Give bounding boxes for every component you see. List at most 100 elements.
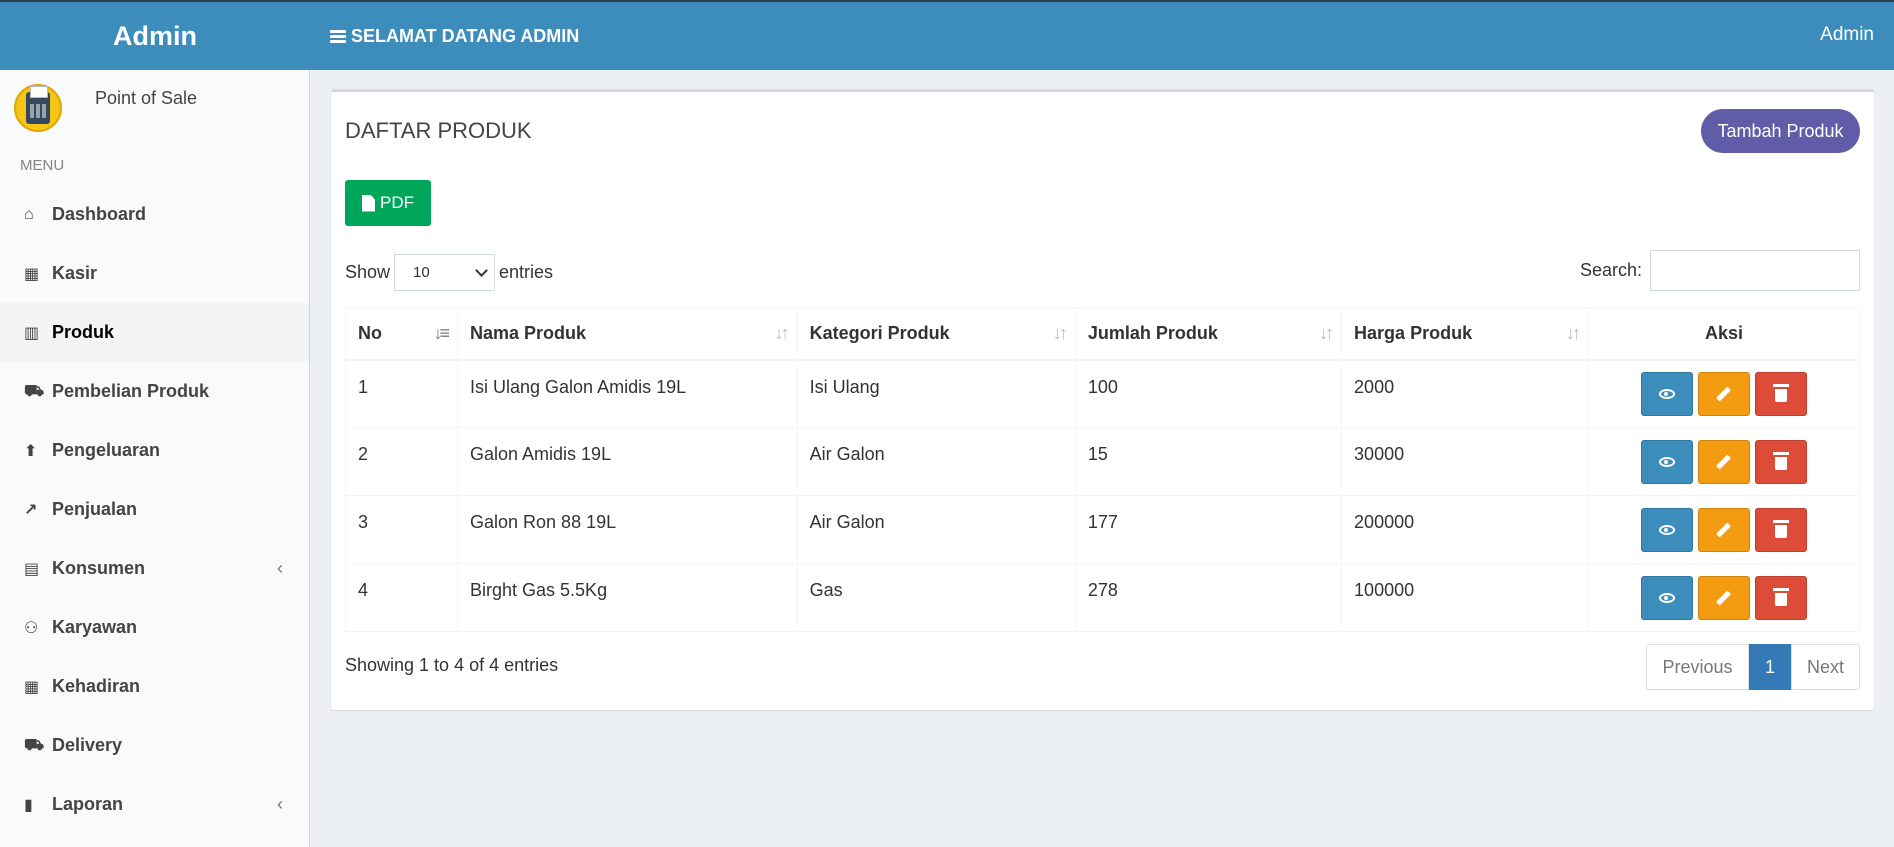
table-cell: Isi Ulang: [796, 359, 1076, 428]
sort-icon: ↓↑: [774, 323, 790, 343]
page-title: DAFTAR PRODUK: [345, 118, 532, 143]
bar-chart-icon: ▥: [24, 324, 40, 342]
table-row: 3 Galon Ron 88 19L Air Galon 177 200000: [345, 495, 1861, 564]
sidebar-item-dashboard[interactable]: ⌂ Dashboard: [0, 185, 309, 244]
table-cell: Air Galon: [796, 427, 1076, 496]
table-row: 4 Birght Gas 5.5Kg Gas 278 100000: [345, 563, 1861, 632]
user-menu[interactable]: Admin: [1820, 24, 1874, 46]
home-icon: ⌂: [24, 205, 34, 223]
cart-icon: ⛟: [24, 736, 45, 754]
calendar-icon: ▦: [24, 678, 40, 696]
actions-cell: [1587, 359, 1861, 428]
page-1-button[interactable]: 1: [1749, 644, 1791, 690]
table-search: Search:: [1580, 250, 1860, 291]
sidebar-item-karyawan[interactable]: ⚇ Karyawan: [0, 598, 309, 657]
table-row: 1 Isi Ulang Galon Amidis 19L Isi Ulang 100 2…: [345, 359, 1861, 428]
table-cell: 1: [345, 359, 458, 428]
search-input[interactable]: [1650, 250, 1860, 291]
sidebar-item-label: Kasir: [52, 263, 98, 283]
entries-select-value: 10: [413, 264, 430, 281]
sidebar-item-produk[interactable]: ▥ Produk: [0, 303, 309, 362]
delete-button[interactable]: [1754, 575, 1807, 620]
delete-button[interactable]: [1754, 507, 1807, 552]
users-icon: ⚇: [24, 619, 39, 637]
delete-button[interactable]: [1754, 439, 1807, 484]
sidebar-item-laporan[interactable]: ▮ Laporan ‹: [0, 775, 309, 834]
calculator-icon: ▦: [24, 265, 40, 283]
table-cell: 200000: [1341, 495, 1589, 564]
sort-icon: ↓↑: [1052, 323, 1068, 343]
pencil-icon: [1716, 386, 1732, 402]
view-button[interactable]: [1640, 439, 1693, 484]
column-header-nama[interactable]: Nama Produk ↓↑: [457, 307, 798, 361]
sidebar-item-delivery[interactable]: ⛟ Delivery: [0, 716, 309, 775]
sidebar-item-kasir[interactable]: ▦ Kasir: [0, 244, 309, 303]
view-button[interactable]: [1640, 507, 1693, 552]
building-icon: ▤: [24, 560, 40, 578]
welcome-text: SELAMAT DATANG ADMIN: [351, 25, 580, 46]
pos-terminal-icon: [14, 84, 62, 132]
trash-icon: [1772, 519, 1789, 538]
product-table: No ↓≡ Nama Produk ↓↑ Kategori Produk ↓↑ Jum…: [345, 307, 1861, 632]
sort-icon: ↓↑: [1565, 323, 1581, 343]
entries-select[interactable]: 10: [394, 254, 496, 291]
chevron-down-icon: [475, 263, 488, 277]
hamburger-icon[interactable]: [330, 28, 346, 45]
trash-icon: [1772, 587, 1789, 606]
table-cell: Galon Amidis 19L: [457, 427, 798, 496]
user-panel: Point of Sale: [0, 70, 309, 145]
table-cell: 2: [345, 427, 458, 496]
column-header-no[interactable]: No ↓≡: [345, 307, 458, 361]
brand-logo[interactable]: Admin: [0, 2, 310, 70]
actions-cell: [1587, 495, 1861, 564]
table-cell: Gas: [796, 563, 1076, 632]
column-header-jumlah[interactable]: Jumlah Produk ↓↑: [1074, 307, 1343, 361]
column-header-kategori[interactable]: Kategori Produk ↓↑: [796, 307, 1076, 361]
pencil-icon: [1716, 522, 1732, 537]
sidebar-item-label: Dashboard: [52, 204, 147, 224]
chevron-left-icon: ‹: [277, 794, 283, 814]
edit-button[interactable]: [1697, 439, 1750, 484]
table-cell: 278: [1074, 563, 1343, 632]
table-cell: 177: [1074, 495, 1343, 564]
line-chart-icon: ↗: [24, 501, 38, 519]
table-cell: 30000: [1341, 427, 1589, 496]
pdf-label: PDF: [380, 193, 414, 212]
show-label: Show: [345, 262, 391, 282]
view-button[interactable]: [1640, 575, 1693, 620]
sidebar-item-pengeluaran[interactable]: ⬆ Pengeluaran: [0, 421, 309, 480]
top-navbar: Admin SELAMAT DATANG ADMIN Admin: [0, 0, 1894, 70]
sidebar-item-label: Karyawan: [52, 617, 138, 637]
column-header-aksi: Aksi: [1587, 307, 1861, 361]
delete-button[interactable]: [1754, 371, 1807, 416]
pdf-export-button[interactable]: PDF: [345, 180, 431, 226]
edit-button[interactable]: [1697, 371, 1750, 416]
sort-icon: ↓↑: [1319, 323, 1334, 343]
table-cell: Isi Ulang Galon Amidis 19L: [457, 359, 798, 428]
sidebar: Point of Sale MENU ⌂ Dashboard ▦ Kasir ▥ Prod…: [0, 70, 310, 847]
previous-page-button[interactable]: Previous: [1646, 644, 1749, 690]
cart-icon: ⛟: [24, 382, 45, 400]
eye-icon: [1658, 456, 1675, 467]
sidebar-item-penjualan[interactable]: ↗ Penjualan: [0, 480, 309, 539]
sidebar-item-pembelian-produk[interactable]: ⛟ Pembelian Produk: [0, 362, 309, 421]
column-header-harga[interactable]: Harga Produk ↓↑: [1341, 307, 1589, 361]
sidebar-item-kehadiran[interactable]: ▦ Kehadiran: [0, 657, 309, 716]
file-icon: ▮: [24, 796, 33, 814]
next-page-button[interactable]: Next: [1791, 644, 1860, 690]
sidebar-item-konsumen[interactable]: ▤ Konsumen ‹: [0, 539, 309, 598]
sidebar-toggle[interactable]: SELAMAT DATANG ADMIN: [330, 26, 579, 47]
search-label: Search:: [1579, 260, 1642, 280]
view-button[interactable]: [1640, 371, 1693, 416]
sidebar-item-label: Konsumen: [52, 558, 146, 578]
trash-icon: [1772, 451, 1789, 470]
add-product-button[interactable]: Tambah Produk: [1701, 109, 1860, 153]
chevron-left-icon: ‹: [277, 558, 283, 578]
arrow-circle-up-icon: ⬆: [24, 442, 38, 460]
sidebar-item-label: Pengeluaran: [52, 440, 161, 460]
sidebar-item-label: Delivery: [52, 735, 123, 755]
entries-length: Show 10 entries: [345, 254, 553, 291]
sort-desc-icon: ↓≡: [433, 323, 449, 343]
edit-button[interactable]: [1697, 507, 1750, 552]
edit-button[interactable]: [1697, 575, 1750, 620]
